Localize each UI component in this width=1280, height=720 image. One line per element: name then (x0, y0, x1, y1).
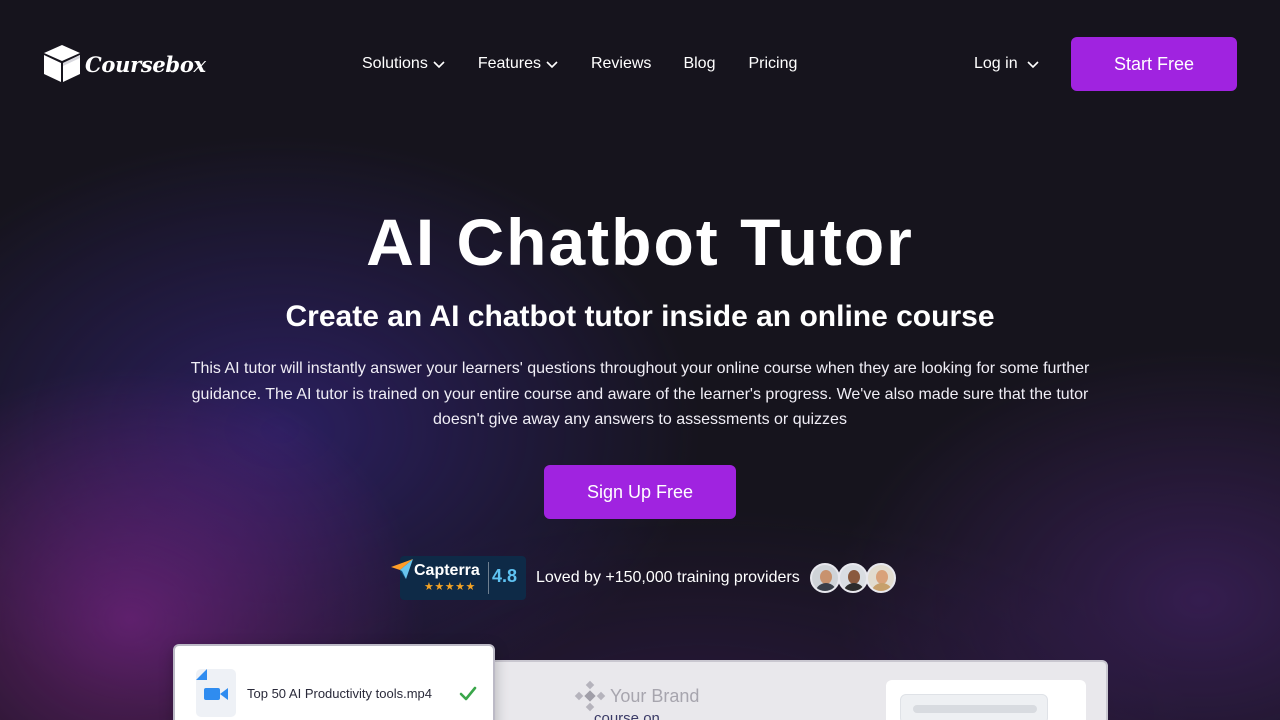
nav-reviews-label: Reviews (590, 55, 652, 72)
coursebox-logo[interactable]: Coursebox (42, 44, 206, 84)
preview-input-placeholder (900, 694, 1048, 720)
file-name: Top 50 AI Productivity tools.mp4 (247, 686, 432, 701)
logo-text: Coursebox (85, 51, 206, 77)
sign-up-free-button[interactable]: Sign Up Free (544, 465, 736, 519)
avatar-body (870, 583, 893, 591)
avatar-face (847, 570, 860, 584)
preview-placeholder-bar (913, 705, 1037, 713)
page-subtitle: Create an AI chatbot tutor inside an onl… (285, 300, 995, 333)
video-file-icon (196, 669, 236, 717)
avatar-group (809, 563, 896, 593)
chevron-down-icon (1027, 61, 1039, 69)
brand-logo-icon (574, 680, 606, 712)
star-rating-icon: ★★★★★ (424, 581, 476, 593)
site-header: Coursebox Solutions Features Reviews Blo… (0, 0, 1280, 130)
start-free-button[interactable]: Start Free (1071, 37, 1237, 91)
nav-features[interactable]: Features (478, 52, 559, 76)
avatar (837, 563, 868, 593)
login-label: Log in (974, 55, 1018, 72)
avatar (809, 563, 840, 593)
hero-description: This AI tutor will instantly answer your… (190, 360, 1090, 428)
avatar-body (842, 583, 865, 591)
preview-side-panel (886, 680, 1086, 720)
course-label: course on (594, 710, 660, 720)
nav-pricing[interactable]: Pricing (748, 52, 797, 76)
brand-label: Your Brand (610, 685, 700, 706)
social-proof: Capterra ★★★★★ 4.8 Loved by +150,000 tra… (390, 556, 896, 600)
login-dropdown[interactable]: Log in (974, 52, 1040, 76)
check-icon (459, 686, 477, 701)
social-proof-text: Loved by +150,000 training providers (536, 569, 800, 586)
box-logo-icon (44, 45, 80, 82)
capterra-name: Capterra (414, 562, 480, 579)
avatar-body (814, 583, 837, 591)
nav-pricing-label: Pricing (748, 55, 798, 72)
nav-blog[interactable]: Blog (683, 52, 715, 76)
avatar (865, 563, 896, 593)
page-title: AI Chatbot Tutor (366, 205, 914, 279)
upload-card: Top 50 AI Productivity tools.mp4 (173, 644, 495, 720)
brand-placeholder: Your Brand (574, 680, 699, 712)
avatar-face (819, 570, 832, 584)
avatar-face (875, 570, 888, 584)
chevron-down-icon (546, 61, 558, 69)
product-preview: Your Brand course on (480, 660, 1108, 720)
chevron-down-icon (433, 61, 445, 69)
nav-solutions-label: Solutions (362, 55, 428, 72)
main-nav: Solutions Features Reviews Blog Pricing (362, 52, 829, 76)
capterra-divider (488, 562, 489, 594)
capterra-arrow-icon (391, 559, 413, 579)
nav-blog-label: Blog (683, 55, 716, 72)
capterra-badge[interactable]: Capterra ★★★★★ 4.8 (390, 556, 526, 600)
capterra-score: 4.8 (492, 566, 518, 586)
nav-solutions[interactable]: Solutions (362, 52, 446, 76)
nav-features-label: Features (477, 55, 541, 72)
nav-reviews[interactable]: Reviews (591, 52, 651, 76)
